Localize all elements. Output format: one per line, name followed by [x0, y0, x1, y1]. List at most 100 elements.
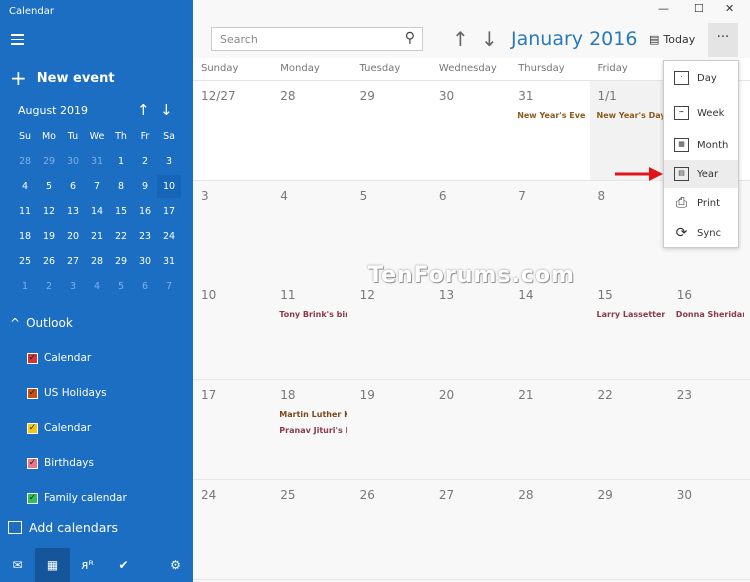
day-cell[interactable]: 10 [193, 280, 272, 379]
more-options-button[interactable]: ··· [708, 23, 738, 57]
next-month-icon[interactable]: ↓ [481, 27, 498, 51]
mini-day[interactable]: 22 [109, 231, 133, 242]
checkbox-icon[interactable]: ✓ [27, 492, 38, 504]
day-cell[interactable]: 12/27 [193, 81, 272, 180]
day-cell[interactable]: 14 [510, 280, 589, 379]
day-cell[interactable]: 17 [193, 380, 272, 479]
event[interactable]: Larry Lassetter [597, 310, 665, 319]
close-button[interactable]: ✕ [725, 2, 734, 15]
mini-day[interactable]: 19 [37, 231, 61, 242]
event[interactable]: Tony Brink's birthday [279, 310, 347, 319]
day-cell[interactable]: 19 [352, 380, 431, 479]
mini-day[interactable]: 18 [13, 231, 37, 242]
menu-item-year[interactable]: ▤ Year [664, 160, 738, 188]
mini-day[interactable]: 29 [109, 256, 133, 267]
mini-day[interactable]: 6 [61, 181, 85, 192]
day-cell[interactable]: 29 [590, 480, 669, 579]
account-outlook-toggle[interactable]: ^ Outlook [10, 316, 73, 330]
mini-day[interactable]: 16 [133, 206, 157, 217]
mini-day[interactable]: 2 [37, 281, 61, 292]
previous-month-icon[interactable]: ↑ [452, 27, 469, 51]
calendar-toggle[interactable]: ✓ US Holidays [27, 387, 107, 399]
day-cell[interactable]: 30 [669, 480, 748, 579]
mini-day[interactable]: 31 [85, 156, 109, 167]
calendar-toggle[interactable]: ✓ Calendar [27, 422, 91, 434]
mini-day[interactable]: 21 [85, 231, 109, 242]
event[interactable]: Martin Luther King Jr. Day [279, 410, 347, 419]
mini-day[interactable]: 12 [37, 206, 61, 217]
mini-day[interactable]: 3 [61, 281, 85, 292]
mini-day[interactable]: 28 [85, 256, 109, 267]
day-cell[interactable]: 30 [431, 81, 510, 180]
mini-day[interactable]: 4 [13, 181, 37, 192]
mini-prev-month-icon[interactable]: ↑ [137, 101, 150, 119]
mini-day[interactable]: 1 [13, 281, 37, 292]
mini-day[interactable]: 26 [37, 256, 61, 267]
day-cell[interactable]: 4 [272, 181, 351, 280]
day-cell[interactable]: 25 [272, 480, 351, 579]
calendar-icon[interactable]: ▦ [35, 548, 70, 582]
day-cell[interactable]: 24 [193, 480, 272, 579]
mini-day[interactable]: 20 [61, 231, 85, 242]
checkbox-icon[interactable]: ✓ [27, 422, 38, 434]
mini-day[interactable]: 11 [13, 206, 37, 217]
mini-day[interactable]: 25 [13, 256, 37, 267]
mini-day[interactable]: 23 [133, 231, 157, 242]
mini-day[interactable]: 3 [157, 156, 181, 167]
mini-day[interactable]: 6 [133, 281, 157, 292]
day-cell[interactable]: 29 [352, 81, 431, 180]
day-cell[interactable]: 8 [590, 181, 669, 280]
day-cell[interactable]: 28 [272, 81, 351, 180]
day-cell[interactable]: 31 New Year's Eve [510, 81, 589, 180]
day-cell[interactable]: 21 [510, 380, 589, 479]
mini-day[interactable]: 1 [109, 156, 133, 167]
mini-day[interactable]: 24 [157, 231, 181, 242]
mini-day[interactable]: 15 [109, 206, 133, 217]
mini-day[interactable]: 29 [37, 156, 61, 167]
new-event-button[interactable]: + New event [10, 66, 115, 90]
maximize-button[interactable]: ☐ [694, 2, 704, 15]
mini-day[interactable]: 4 [85, 281, 109, 292]
mini-day[interactable]: 9 [133, 181, 157, 192]
search-icon[interactable]: ⚲ [405, 30, 415, 46]
mini-day[interactable]: 30 [61, 156, 85, 167]
mini-day[interactable]: 5 [37, 181, 61, 192]
checkbox-icon[interactable]: ✓ [27, 457, 38, 469]
todo-icon[interactable]: ✔ [106, 548, 141, 582]
mini-day[interactable]: 30 [133, 256, 157, 267]
mini-day[interactable]: 10 [157, 175, 181, 198]
day-cell[interactable]: 22 [590, 380, 669, 479]
day-cell[interactable]: 18 Martin Luther King Jr. Day Pranav Jitur… [272, 380, 351, 479]
day-cell[interactable]: 26 [352, 480, 431, 579]
day-cell[interactable]: 3 [193, 181, 272, 280]
mini-day[interactable]: 14 [85, 206, 109, 217]
people-icon[interactable]: ᴙᴿ [70, 548, 105, 582]
mini-day[interactable]: 17 [157, 206, 181, 217]
day-cell[interactable]: 27 [431, 480, 510, 579]
calendar-toggle[interactable]: ✓ Birthdays [27, 457, 94, 469]
mini-day[interactable]: 2 [133, 156, 157, 167]
day-cell[interactable]: 28 [510, 480, 589, 579]
menu-item-sync[interactable]: ⟳ Sync [664, 219, 738, 247]
menu-item-day[interactable]: · Day [664, 64, 738, 92]
menu-item-month[interactable]: ▦ Month [664, 131, 738, 159]
day-cell[interactable]: 11 Tony Brink's birthday [272, 280, 351, 379]
event[interactable]: New Year's Eve [517, 111, 585, 120]
today-button[interactable]: ▤ Today [649, 33, 695, 46]
day-cell[interactable]: 13 [431, 280, 510, 379]
add-calendars-button[interactable]: Add calendars [8, 520, 118, 535]
day-cell[interactable]: 16 Donna Sheridan [669, 280, 748, 379]
hamburger-menu-icon[interactable] [11, 34, 24, 48]
mini-day[interactable]: 13 [61, 206, 85, 217]
checkbox-icon[interactable]: ✓ [27, 387, 38, 399]
settings-icon[interactable]: ⚙ [158, 548, 193, 582]
mail-icon[interactable]: ✉ [0, 548, 35, 582]
checkbox-icon[interactable]: ✓ [27, 352, 38, 364]
search-input[interactable]: Search ⚲ [211, 27, 423, 51]
menu-item-print[interactable]: ⎙ Print [664, 189, 738, 217]
event[interactable]: New Year's Day [597, 111, 665, 120]
day-cell[interactable]: 15 Larry Lassetter [590, 280, 669, 379]
day-cell[interactable]: 12 [352, 280, 431, 379]
mini-next-month-icon[interactable]: ↓ [160, 101, 173, 119]
event[interactable]: Pranav Jituri's birthday [279, 426, 347, 435]
